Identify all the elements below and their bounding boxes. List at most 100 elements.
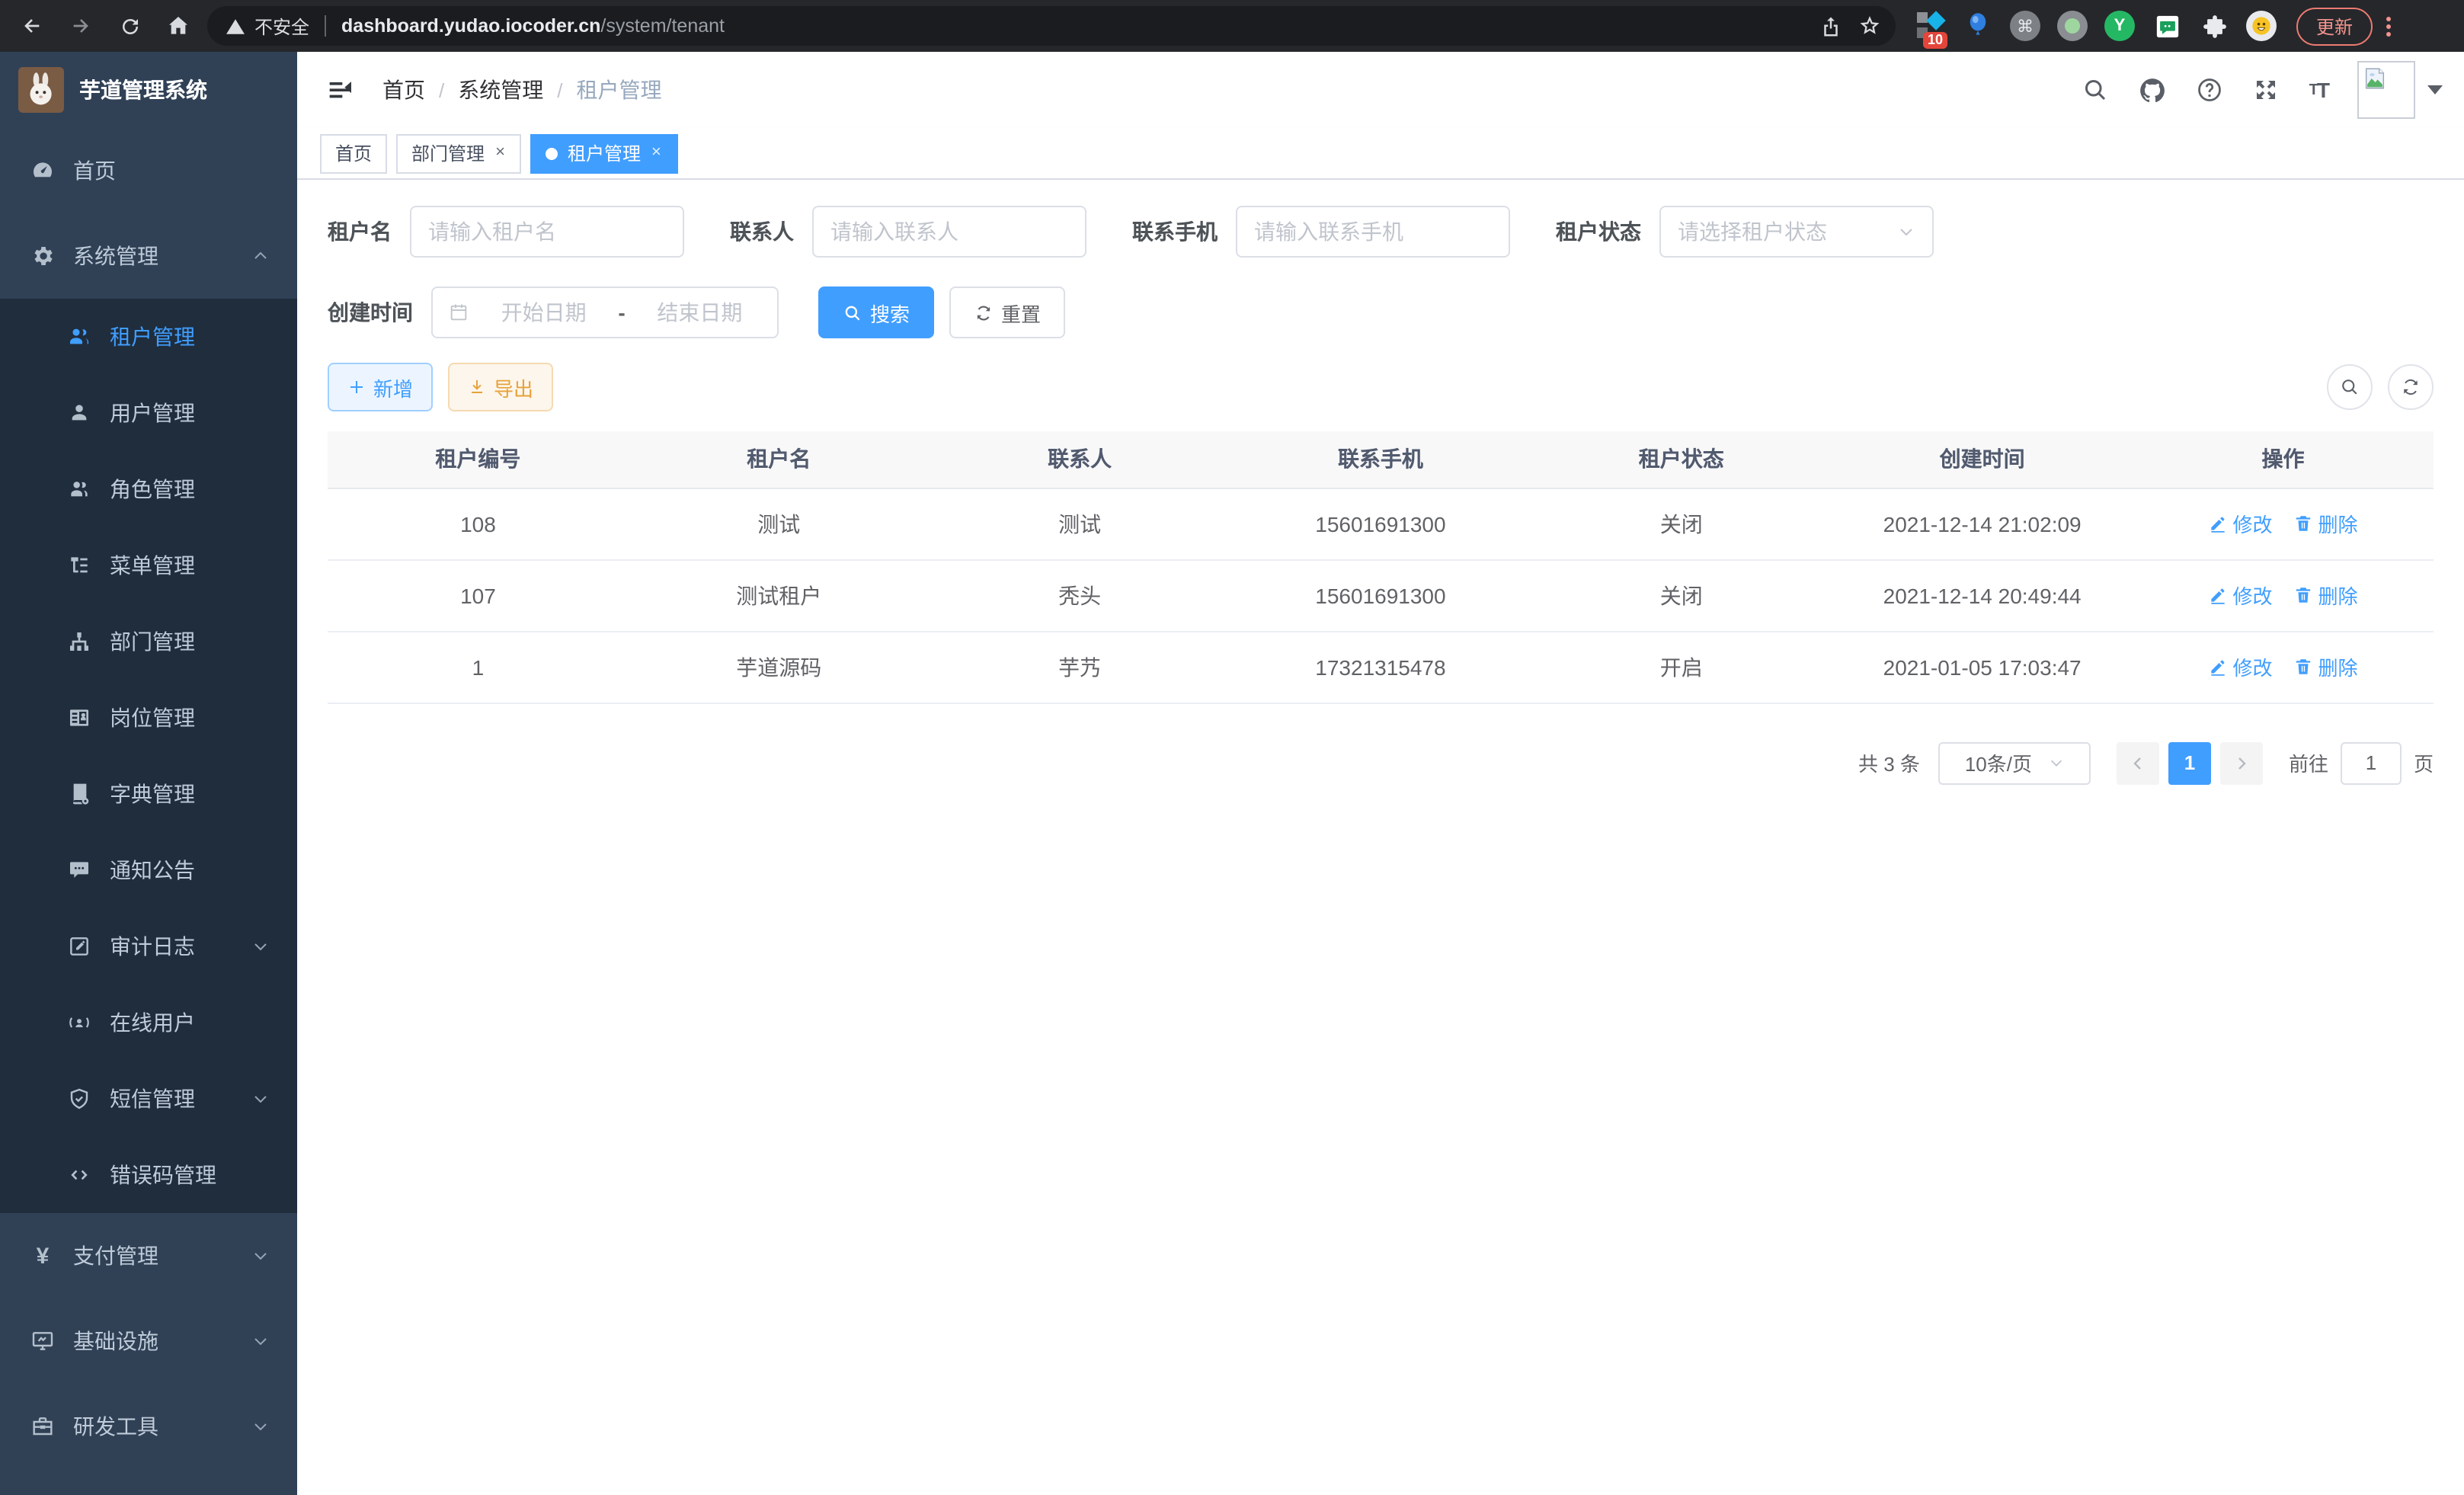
browser-toolbar: 不安全 dashboard.yudao.iocoder.cn/system/te… — [0, 0, 2464, 52]
extension-badge-button[interactable]: 10 — [1914, 9, 1947, 43]
refresh-table-button[interactable] — [2388, 364, 2434, 410]
chevron-down-icon — [251, 1090, 270, 1108]
user-avatar-dropdown[interactable] — [2357, 61, 2443, 119]
date-end-input[interactable]: 结束日期 — [638, 297, 762, 328]
sidebar-item-pay[interactable]: ¥支付管理 — [0, 1213, 297, 1298]
menu-tree-icon — [67, 553, 91, 578]
app-logo[interactable]: 芋道管理系统 — [0, 52, 297, 128]
extensions-puzzle-button[interactable] — [2197, 9, 2231, 43]
sidebar-item-user[interactable]: 用户管理 — [0, 375, 297, 451]
create-time-label: 创建时间 — [328, 297, 413, 328]
breadcrumb-system[interactable]: 系统管理 — [458, 75, 543, 105]
breadcrumb-home[interactable]: 首页 — [382, 75, 425, 105]
column-header-status: 租户状态 — [1531, 431, 1832, 488]
sidebar-item-label: 岗位管理 — [110, 703, 195, 733]
fullscreen-button[interactable] — [2253, 76, 2280, 104]
cell-name: 芋道源码 — [629, 631, 930, 703]
sidebar-item-errcode[interactable]: 错误码管理 — [0, 1137, 297, 1213]
gear-icon — [30, 244, 55, 268]
github-link-button[interactable] — [2139, 75, 2168, 104]
font-size-button[interactable]: TT — [2309, 78, 2328, 102]
status-select[interactable]: 请选择租户状态 — [1659, 206, 1934, 258]
sidebar-item-system[interactable]: 系统管理 — [0, 213, 297, 299]
create-time-range-picker[interactable]: 开始日期 - 结束日期 — [431, 287, 779, 338]
delete-link[interactable]: 删除 — [2294, 509, 2358, 538]
sidebar-item-infra[interactable]: 基础设施 — [0, 1298, 297, 1384]
address-bar[interactable]: 不安全 dashboard.yudao.iocoder.cn/system/te… — [207, 6, 1896, 46]
reset-button[interactable]: 重置 — [949, 287, 1065, 338]
date-start-input[interactable]: 开始日期 — [482, 297, 606, 328]
sidebar-item-tenant[interactable]: 租户管理 — [0, 299, 297, 375]
tab-首页[interactable]: 首页 — [320, 133, 387, 173]
share-button[interactable] — [1810, 6, 1850, 46]
browser-forward-button[interactable] — [61, 6, 101, 46]
sidebar-item-post[interactable]: 岗位管理 — [0, 680, 297, 756]
tab-label: 部门管理 — [411, 140, 485, 166]
cell-status: 关闭 — [1531, 488, 1832, 559]
search-button[interactable]: 搜索 — [818, 287, 934, 338]
tab-部门管理[interactable]: 部门管理 × — [396, 133, 522, 173]
sidebar-item-notice[interactable]: 通知公告 — [0, 832, 297, 908]
edit-link[interactable]: 修改 — [2209, 509, 2273, 538]
tenant-name-input[interactable]: 请输入租户名 — [410, 206, 684, 258]
page-size-select[interactable]: 10条/页 — [1938, 741, 2091, 784]
audit-log-icon — [67, 934, 91, 959]
column-header-contact: 联系人 — [930, 431, 1230, 488]
sidebar-item-label: 支付管理 — [73, 1240, 158, 1271]
sidebar-item-role[interactable]: 角色管理 — [0, 451, 297, 527]
extension-y-button[interactable]: Y — [2103, 9, 2136, 43]
cell-mobile: 17321315478 — [1230, 631, 1531, 703]
prev-page-button[interactable] — [2117, 741, 2159, 784]
delete-link[interactable]: 删除 — [2294, 581, 2358, 610]
help-button[interactable] — [2197, 76, 2224, 104]
sidebar-item-online[interactable]: 在线用户 — [0, 984, 297, 1061]
browser-menu-button[interactable] — [2379, 16, 2398, 36]
cell-contact: 秃头 — [930, 559, 1230, 631]
profile-avatar-button[interactable] — [2245, 9, 2278, 43]
column-header-tenant-name: 租户名 — [629, 431, 930, 488]
search-icon — [2339, 376, 2360, 398]
sidebar-item-audit[interactable]: 审计日志 — [0, 908, 297, 984]
add-button[interactable]: 新增 — [328, 363, 433, 411]
delete-link[interactable]: 删除 — [2294, 652, 2358, 681]
edit-link[interactable]: 修改 — [2209, 581, 2273, 610]
collapse-sidebar-button[interactable] — [320, 70, 360, 110]
browser-update-button[interactable]: 更新 — [2296, 7, 2373, 45]
tenants-icon — [67, 325, 91, 349]
extension-record-button[interactable] — [2056, 9, 2089, 43]
mobile-input[interactable]: 请输入联系手机 — [1236, 206, 1510, 258]
online-user-icon — [67, 1010, 91, 1035]
security-chip[interactable]: 不安全 — [226, 13, 309, 39]
contact-input[interactable]: 请输入联系人 — [812, 206, 1086, 258]
close-tab-icon[interactable]: × — [650, 143, 663, 163]
page-number-1[interactable]: 1 — [2168, 741, 2211, 784]
header-search-button[interactable] — [2082, 76, 2110, 104]
tenant-page: 租户名 请输入租户名 联系人 请输入联系人 联系手机 请输入联系手机 租户状态 … — [297, 180, 2464, 784]
edit-link[interactable]: 修改 — [2209, 652, 2273, 681]
sidebar-item-sms[interactable]: 短信管理 — [0, 1061, 297, 1137]
sidebar-item-dict[interactable]: 字典管理 — [0, 756, 297, 832]
puzzle-icon — [2201, 13, 2227, 39]
browser-home-button[interactable] — [158, 6, 198, 46]
cell-mobile: 15601691300 — [1230, 488, 1531, 559]
sidebar-item-devtool[interactable]: 研发工具 — [0, 1384, 297, 1469]
extensions-area: 10 ⌘ Y — [1914, 9, 2278, 43]
extension-balloon-button[interactable] — [1961, 9, 1995, 43]
tab-租户管理[interactable]: 租户管理× — [531, 133, 678, 173]
sidebar-item-menu[interactable]: 菜单管理 — [0, 527, 297, 603]
extension-chat-button[interactable] — [2150, 9, 2184, 43]
extension-command-button[interactable]: ⌘ — [2008, 9, 2042, 43]
close-tab-icon[interactable]: × — [494, 143, 507, 163]
export-button[interactable]: 导出 — [448, 363, 553, 411]
toggle-search-button[interactable] — [2327, 364, 2373, 410]
sidebar-item-label: 菜单管理 — [110, 550, 195, 581]
next-page-button[interactable] — [2220, 741, 2263, 784]
browser-back-button[interactable] — [12, 6, 52, 46]
bookmark-star-button[interactable] — [1850, 6, 1890, 46]
sidebar-item-label: 在线用户 — [110, 1007, 195, 1038]
sidebar-item-dept[interactable]: 部门管理 — [0, 603, 297, 680]
tenant-name-label: 租户名 — [328, 216, 392, 247]
goto-page-input[interactable]: 1 — [2341, 741, 2402, 784]
sidebar-item-home[interactable]: 首页 — [0, 128, 297, 213]
browser-reload-button[interactable] — [110, 6, 149, 46]
